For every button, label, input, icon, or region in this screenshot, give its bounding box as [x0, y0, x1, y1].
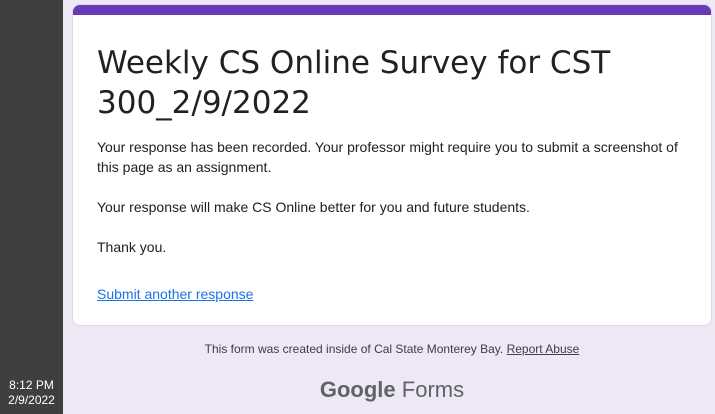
submit-another-response-link[interactable]: Submit another response — [97, 284, 253, 304]
confirmation-message: Your response has been recorded. Your pr… — [97, 139, 678, 175]
footer-created-text: This form was created inside of Cal Stat… — [72, 342, 712, 356]
forms-logo-text: Forms — [401, 377, 465, 402]
form-title: Weekly CS Online Survey for CST 300_2/9/… — [97, 45, 611, 121]
google-logo-text: Google — [319, 377, 396, 402]
clock-date: 2/9/2022 — [8, 393, 55, 407]
report-abuse-link[interactable]: Report Abuse — [507, 342, 580, 356]
form-response-card: Weekly CS Online Survey for CST 300_2/9/… — [72, 4, 712, 326]
google-forms-logo[interactable]: Google Forms — [72, 377, 712, 403]
footer-created-label: This form was created inside of Cal Stat… — [204, 342, 504, 356]
taskbar: 8:12 PM 2/9/2022 — [0, 0, 63, 414]
thank-you-message: Thank you. — [97, 239, 167, 255]
clock-time: 8:12 PM — [9, 378, 54, 392]
card-accent-bar — [73, 5, 711, 15]
info-message: Your response will make CS Online better… — [97, 199, 530, 215]
taskbar-clock[interactable]: 8:12 PM 2/9/2022 — [0, 378, 63, 414]
